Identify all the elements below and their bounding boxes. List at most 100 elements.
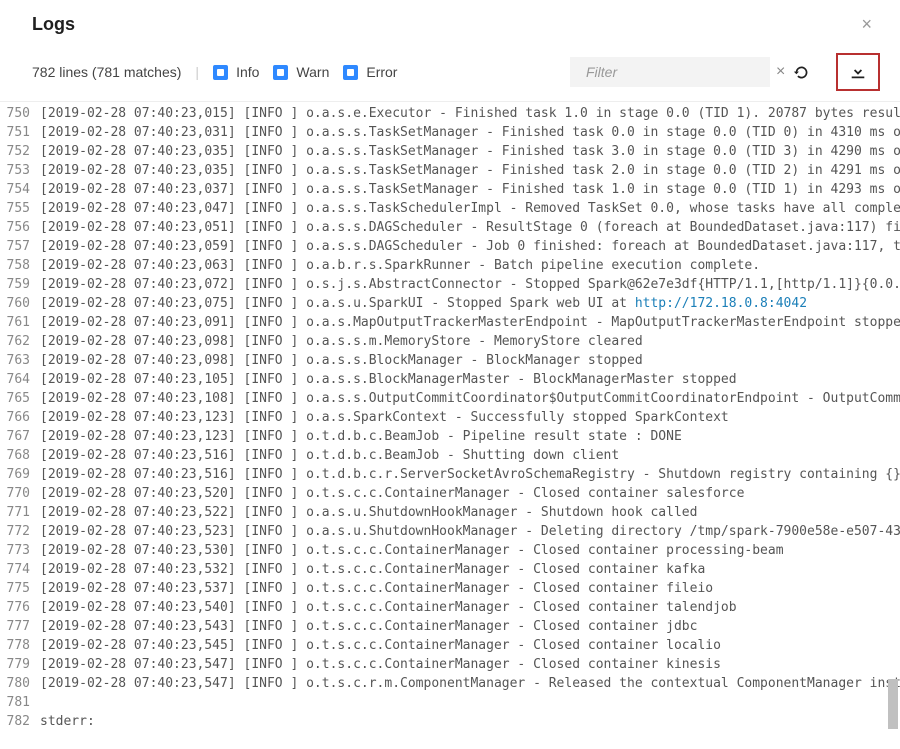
line-number: 756 — [0, 218, 40, 237]
refresh-button[interactable] — [784, 55, 818, 89]
level-warn-label: Warn — [296, 64, 329, 80]
log-row: 764[2019-02-28 07:40:23,105] [INFO ] o.a… — [0, 370, 900, 389]
log-row: 778[2019-02-28 07:40:23,545] [INFO ] o.t… — [0, 636, 900, 655]
line-number: 767 — [0, 427, 40, 446]
level-error-label: Error — [366, 64, 397, 80]
log-text: [2019-02-28 07:40:23,035] [INFO ] o.a.s.… — [40, 161, 900, 180]
log-row: 776[2019-02-28 07:40:23,540] [INFO ] o.t… — [0, 598, 900, 617]
log-text: [2019-02-28 07:40:23,522] [INFO ] o.a.s.… — [40, 503, 697, 522]
line-number: 766 — [0, 408, 40, 427]
line-number: 765 — [0, 389, 40, 408]
line-number: 755 — [0, 199, 40, 218]
log-text: [2019-02-28 07:40:23,123] [INFO ] o.t.d.… — [40, 427, 682, 446]
log-row: 775[2019-02-28 07:40:23,537] [INFO ] o.t… — [0, 579, 900, 598]
filter-search: × — [570, 57, 770, 87]
checkbox-icon — [343, 65, 358, 80]
log-row: 780[2019-02-28 07:40:23,547] [INFO ] o.t… — [0, 674, 900, 693]
line-number: 781 — [0, 693, 40, 712]
line-number: 768 — [0, 446, 40, 465]
log-row: 772[2019-02-28 07:40:23,523] [INFO ] o.a… — [0, 522, 900, 541]
line-number: 752 — [0, 142, 40, 161]
log-row: 767[2019-02-28 07:40:23,123] [INFO ] o.t… — [0, 427, 900, 446]
scrollbar-thumb[interactable] — [888, 679, 898, 729]
log-text: stderr: — [40, 712, 95, 731]
log-row: 769[2019-02-28 07:40:23,516] [INFO ] o.t… — [0, 465, 900, 484]
log-viewport[interactable]: 750[2019-02-28 07:40:23,015] [INFO ] o.a… — [0, 102, 900, 749]
log-row: 766[2019-02-28 07:40:23,123] [INFO ] o.a… — [0, 408, 900, 427]
log-text: [2019-02-28 07:40:23,059] [INFO ] o.a.s.… — [40, 237, 900, 256]
line-number: 758 — [0, 256, 40, 275]
log-row: 782stderr: — [0, 712, 900, 731]
log-text: [2019-02-28 07:40:23,545] [INFO ] o.t.s.… — [40, 636, 721, 655]
log-row: 753[2019-02-28 07:40:23,035] [INFO ] o.a… — [0, 161, 900, 180]
line-number: 764 — [0, 370, 40, 389]
checkbox-icon — [273, 65, 288, 80]
level-warn-toggle[interactable]: Warn — [273, 64, 329, 80]
log-table: 750[2019-02-28 07:40:23,015] [INFO ] o.a… — [0, 102, 900, 733]
checkbox-icon — [213, 65, 228, 80]
log-row: 771[2019-02-28 07:40:23,522] [INFO ] o.a… — [0, 503, 900, 522]
filter-input[interactable] — [584, 63, 770, 81]
line-number: 778 — [0, 636, 40, 655]
log-text: [2019-02-28 07:40:23,540] [INFO ] o.t.s.… — [40, 598, 737, 617]
log-text: [2019-02-28 07:40:23,523] [INFO ] o.a.s.… — [40, 522, 900, 541]
log-row: 759[2019-02-28 07:40:23,072] [INFO ] o.s… — [0, 275, 900, 294]
line-count: 782 lines (781 matches) — [32, 64, 181, 80]
log-text: [2019-02-28 07:40:23,063] [INFO ] o.a.b.… — [40, 256, 760, 275]
log-text: [2019-02-28 07:40:23,516] [INFO ] o.t.d.… — [40, 446, 619, 465]
log-text: [2019-02-28 07:40:23,547] [INFO ] o.t.s.… — [40, 674, 900, 693]
log-text: [2019-02-28 07:40:23,015] [INFO ] o.a.s.… — [40, 104, 900, 123]
log-row: 765[2019-02-28 07:40:23,108] [INFO ] o.a… — [0, 389, 900, 408]
log-row: 750[2019-02-28 07:40:23,015] [INFO ] o.a… — [0, 104, 900, 123]
log-text: [2019-02-28 07:40:23,035] [INFO ] o.a.s.… — [40, 142, 900, 161]
log-row: 768[2019-02-28 07:40:23,516] [INFO ] o.t… — [0, 446, 900, 465]
log-text: [2019-02-28 07:40:23,532] [INFO ] o.t.s.… — [40, 560, 705, 579]
log-row: 763[2019-02-28 07:40:23,098] [INFO ] o.a… — [0, 351, 900, 370]
log-row: 774[2019-02-28 07:40:23,532] [INFO ] o.t… — [0, 560, 900, 579]
download-button[interactable] — [836, 53, 880, 91]
toolbar: 782 lines (781 matches) | Info Warn Erro… — [0, 47, 900, 102]
log-row: 760[2019-02-28 07:40:23,075] [INFO ] o.a… — [0, 294, 900, 313]
line-number: 757 — [0, 237, 40, 256]
log-text: [2019-02-28 07:40:23,547] [INFO ] o.t.s.… — [40, 655, 721, 674]
log-row: 762[2019-02-28 07:40:23,098] [INFO ] o.a… — [0, 332, 900, 351]
log-row: 755[2019-02-28 07:40:23,047] [INFO ] o.a… — [0, 199, 900, 218]
log-row: 751[2019-02-28 07:40:23,031] [INFO ] o.a… — [0, 123, 900, 142]
log-text: [2019-02-28 07:40:23,098] [INFO ] o.a.s.… — [40, 332, 643, 351]
line-number: 772 — [0, 522, 40, 541]
log-row: 773[2019-02-28 07:40:23,530] [INFO ] o.t… — [0, 541, 900, 560]
level-info-label: Info — [236, 64, 259, 80]
log-text: [2019-02-28 07:40:23,098] [INFO ] o.a.s.… — [40, 351, 643, 370]
line-number: 750 — [0, 104, 40, 123]
line-number: 777 — [0, 617, 40, 636]
log-row: 758[2019-02-28 07:40:23,063] [INFO ] o.a… — [0, 256, 900, 275]
line-number: 760 — [0, 294, 40, 313]
log-link[interactable]: http://172.18.0.8:4042 — [635, 296, 807, 311]
line-number: 776 — [0, 598, 40, 617]
log-row: 777[2019-02-28 07:40:23,543] [INFO ] o.t… — [0, 617, 900, 636]
level-info-toggle[interactable]: Info — [213, 64, 259, 80]
log-row: 757[2019-02-28 07:40:23,059] [INFO ] o.a… — [0, 237, 900, 256]
line-number: 775 — [0, 579, 40, 598]
log-text: [2019-02-28 07:40:23,105] [INFO ] o.a.s.… — [40, 370, 737, 389]
level-error-toggle[interactable]: Error — [343, 64, 397, 80]
line-number: 769 — [0, 465, 40, 484]
log-text: [2019-02-28 07:40:23,108] [INFO ] o.a.s.… — [40, 389, 900, 408]
line-number: 774 — [0, 560, 40, 579]
line-number: 771 — [0, 503, 40, 522]
log-text: [2019-02-28 07:40:23,047] [INFO ] o.a.s.… — [40, 199, 900, 218]
log-row: 761[2019-02-28 07:40:23,091] [INFO ] o.a… — [0, 313, 900, 332]
log-text: [2019-02-28 07:40:23,520] [INFO ] o.t.s.… — [40, 484, 744, 503]
refresh-icon — [793, 64, 810, 81]
line-number: 763 — [0, 351, 40, 370]
log-text: [2019-02-28 07:40:23,037] [INFO ] o.a.s.… — [40, 180, 900, 199]
log-text: [2019-02-28 07:40:23,051] [INFO ] o.a.s.… — [40, 218, 900, 237]
download-icon — [849, 63, 867, 81]
separator: | — [195, 64, 199, 80]
close-icon[interactable]: × — [853, 10, 880, 39]
page-title: Logs — [32, 14, 75, 35]
log-text: [2019-02-28 07:40:23,031] [INFO ] o.a.s.… — [40, 123, 900, 142]
log-row: 756[2019-02-28 07:40:23,051] [INFO ] o.a… — [0, 218, 900, 237]
line-number: 753 — [0, 161, 40, 180]
line-number: 773 — [0, 541, 40, 560]
